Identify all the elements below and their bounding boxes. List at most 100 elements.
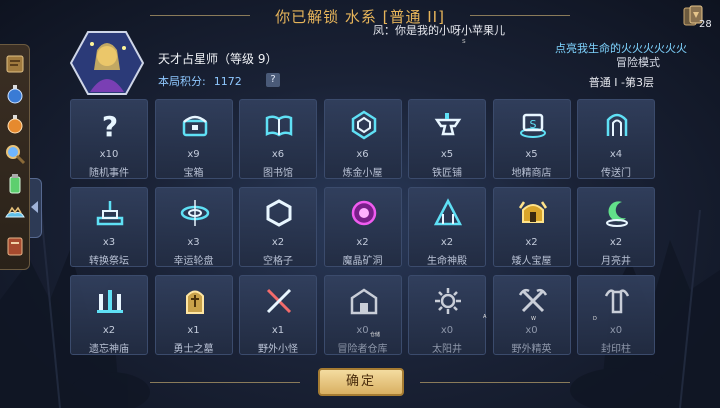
- tile-count: x2: [609, 237, 623, 248]
- green-potion-icon[interactable]: [4, 173, 26, 195]
- tile-mark-warehouse: 仓储: [370, 332, 381, 338]
- floor-label: 普通 I -第3层: [588, 76, 654, 89]
- tile-name: 传送门: [601, 168, 631, 179]
- chat-marker: s: [462, 37, 466, 45]
- grid-tile[interactable]: x3 幸运轮盘: [154, 187, 233, 267]
- grid-tile[interactable]: x2 魔晶矿洞: [323, 187, 402, 267]
- question-icon: ?: [95, 110, 125, 143]
- tile-name: 月亮井: [601, 256, 631, 267]
- tile-count: x2: [525, 237, 538, 248]
- tile-name: 幸运轮盘: [173, 256, 214, 267]
- crossed-axes-icon: [518, 286, 548, 316]
- card-count: 28: [699, 19, 712, 30]
- altar-icon: [95, 198, 125, 228]
- tile-count: x5: [440, 149, 454, 160]
- tile-name: 生命神殿: [427, 256, 467, 267]
- tile-count: x1: [271, 325, 285, 336]
- sidebar-collapse-tab[interactable]: [30, 178, 42, 238]
- tile-mark-axes: W: [531, 316, 536, 322]
- grid-tile[interactable]: x2 月亮井: [577, 187, 655, 267]
- tile-name: 随机事件: [89, 168, 129, 179]
- left-sidebar: [0, 44, 30, 270]
- tile-name: 野外精英: [511, 344, 552, 355]
- map-shop-icon: S: [518, 110, 548, 140]
- tile-count: x1: [187, 325, 200, 336]
- grid-tile[interactable]: ? x10 随机事件: [70, 99, 148, 179]
- grid-tile[interactable]: x4 传送门: [577, 99, 655, 179]
- grid-tile[interactable]: x0 冒险者仓库: [323, 275, 402, 355]
- tile-count: x2: [440, 237, 454, 248]
- shrine-icon: [95, 286, 125, 316]
- grid-tile[interactable]: x0 太阳井: [408, 275, 486, 355]
- grid-tile[interactable]: x2 遗忘神庙: [70, 275, 148, 355]
- confirm-button[interactable]: 确定: [318, 368, 404, 396]
- tile-name: 空格子: [263, 256, 293, 267]
- tile-count: x3: [187, 237, 200, 248]
- tile-count: x9: [187, 149, 200, 160]
- grid-tile[interactable]: Sx5 地精商店: [492, 99, 571, 179]
- sun-icon: [433, 286, 463, 316]
- tile-name: 转换祭坛: [89, 256, 129, 267]
- tile-mark-sun: A: [483, 314, 487, 320]
- crossed-swords-icon: [264, 286, 294, 316]
- tile-name: 冒险者仓库: [337, 344, 388, 355]
- grid-tile[interactable]: x1 野外小怪: [239, 275, 317, 355]
- score-value: 1172: [213, 75, 242, 88]
- chevron-left-icon: [31, 201, 38, 213]
- vortex-icon: [180, 198, 210, 228]
- avatar[interactable]: [69, 30, 145, 96]
- orange-potion-icon[interactable]: [4, 113, 26, 135]
- banner-line-right: [470, 15, 570, 16]
- tile-count: x0: [525, 325, 538, 336]
- treasure-chest-icon: [180, 110, 210, 140]
- grid-tile[interactable]: x6 图书馆: [239, 99, 317, 179]
- open-book-icon: [264, 110, 294, 140]
- grid-tile[interactable]: x6 炼金小屋: [323, 99, 402, 179]
- tile-name: 宝箱: [183, 168, 204, 179]
- grid-tile[interactable]: x2 生命神殿: [408, 187, 486, 267]
- tile-count: x2: [271, 237, 285, 248]
- unlock-banner: 你已解锁 水系 [普通 II]: [150, 4, 570, 28]
- magnifier-icon[interactable]: [4, 143, 26, 165]
- tile-name: 野外小怪: [258, 344, 298, 355]
- tile-name: 遗忘神庙: [89, 344, 129, 355]
- banner-title: 你已解锁 水系 [普通 II]: [275, 8, 445, 26]
- tile-name: 地精商店: [511, 168, 552, 179]
- tile-count: x4: [609, 149, 623, 160]
- tile-count: x0: [356, 325, 369, 336]
- moon-well-icon: [602, 198, 632, 228]
- red-book-icon[interactable]: [4, 235, 26, 257]
- grid-tile[interactable]: x2 空格子: [239, 187, 317, 267]
- score-help-button[interactable]: ?: [266, 73, 280, 87]
- alchemy-gem-icon: [349, 110, 379, 140]
- tile-name: 魔晶矿洞: [342, 256, 383, 267]
- bottom-line-right: [420, 382, 570, 383]
- scroll-book-icon[interactable]: [4, 53, 26, 75]
- tile-name: 图书馆: [263, 168, 293, 179]
- grid-tile[interactable]: x0 封印柱: [577, 275, 655, 355]
- portal-icon: [602, 110, 632, 140]
- score-row: 本局积分: 1172: [158, 73, 242, 89]
- grid-tile[interactable]: x9 宝箱: [154, 99, 233, 179]
- tile-name: 太阳井: [432, 344, 462, 355]
- score-label: 本局积分:: [158, 75, 206, 88]
- dwarf-helmet-icon: [518, 198, 548, 228]
- tile-count: x3: [102, 237, 116, 248]
- seal-pillar-icon: [602, 286, 632, 316]
- grid-tile[interactable]: x0 野外精英: [492, 275, 571, 355]
- svg-text:S: S: [529, 118, 536, 131]
- tile-count: x10: [99, 149, 119, 160]
- blue-potion-icon[interactable]: [4, 83, 26, 105]
- grid-tile[interactable]: x5 铁匠铺: [408, 99, 486, 179]
- tile-name: 炼金小屋: [342, 168, 383, 179]
- tile-count: x5: [525, 149, 538, 160]
- tile-mark-seal: D: [593, 316, 597, 322]
- temple-icon: [433, 198, 463, 228]
- tile-name: 铁匠铺: [432, 168, 462, 179]
- crown-cloud-icon[interactable]: [4, 203, 26, 225]
- grid-tile[interactable]: x2 矮人宝屋: [492, 187, 571, 267]
- grid-tile[interactable]: x1 勇士之墓: [154, 275, 233, 355]
- grid-tile[interactable]: x3 转换祭坛: [70, 187, 148, 267]
- tile-count: x6: [271, 149, 285, 160]
- tile-count: x0: [609, 325, 623, 336]
